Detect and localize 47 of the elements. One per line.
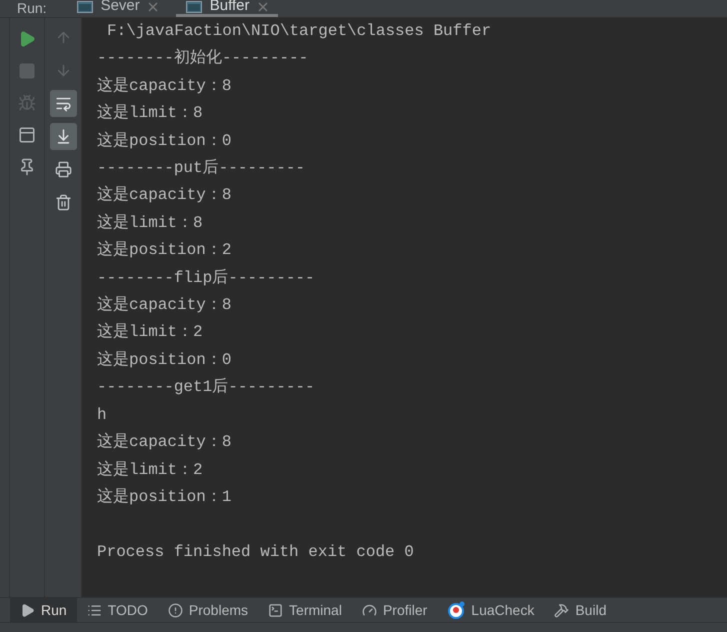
output-line: --------flip后--------- <box>97 268 315 289</box>
play-icon[interactable] <box>18 30 36 48</box>
tool-window-tab[interactable]: TODO <box>76 598 158 622</box>
exit-message: Process finished with exit code 0 <box>97 542 414 563</box>
console-icon <box>76 0 93 12</box>
tool-window-tab[interactable]: LuaCheck <box>437 598 544 622</box>
output-line: 这是limit：2 <box>97 460 203 480</box>
gauge-icon <box>362 602 377 618</box>
output-line: --------初始化--------- <box>97 48 308 70</box>
output-line: 这是position：0 <box>97 350 232 371</box>
close-icon[interactable] <box>258 2 268 12</box>
pin-icon[interactable] <box>18 158 36 176</box>
tab[interactable]: Sever <box>66 0 168 17</box>
wrap-icon <box>54 95 72 112</box>
output-line: 这是capacity：8 <box>97 184 232 206</box>
output-line: --------get1后--------- <box>97 376 315 398</box>
layout-icon[interactable] <box>18 126 36 144</box>
output-line: 这是position：1 <box>97 486 232 508</box>
output-line: 这是capacity：8 <box>97 432 232 454</box>
output-line: 这是limit：8 <box>97 102 203 124</box>
output-line: 这是limit：8 <box>97 212 203 234</box>
wrap-button[interactable] <box>50 90 76 117</box>
tool-window-tab[interactable]: Problems <box>158 598 258 622</box>
tool-window-tab[interactable]: Build <box>544 598 616 622</box>
output-line: 这是limit：2 <box>97 322 203 344</box>
play-icon <box>20 602 35 618</box>
command-line: F:\javaFaction\NIO\target\classes Buffer <box>106 21 492 42</box>
output-line: 这是capacity：8 <box>97 294 232 316</box>
tool-window-tab[interactable]: Run <box>10 598 77 622</box>
tool-window-tab[interactable]: Profiler <box>352 598 438 622</box>
luacheck-icon <box>447 601 466 619</box>
tool-window-tab[interactable]: Terminal <box>258 598 352 622</box>
alert-icon <box>168 602 183 618</box>
output-line: --------put后--------- <box>97 158 306 180</box>
print-icon <box>54 161 72 178</box>
output-line: 这是capacity：8 <box>97 76 232 97</box>
close-icon[interactable] <box>148 2 158 12</box>
run-label: Run: <box>16 0 48 17</box>
list-icon <box>86 602 102 618</box>
scroll-to-end-button[interactable] <box>50 123 76 150</box>
output-line: 这是position：0 <box>97 130 232 152</box>
console-icon <box>186 0 202 12</box>
hammer-icon <box>554 602 570 618</box>
output-line: 这是position：2 <box>97 240 232 262</box>
trash-icon <box>54 194 72 211</box>
terminal-icon <box>268 602 284 618</box>
output-line: h <box>97 404 107 426</box>
